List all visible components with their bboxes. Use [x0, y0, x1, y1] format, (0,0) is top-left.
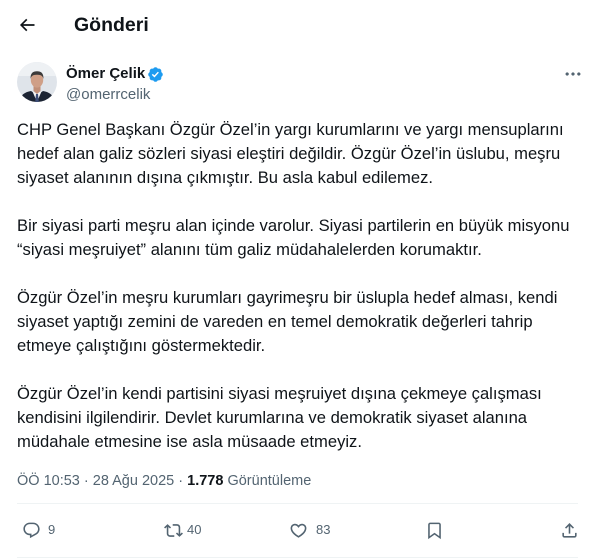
post-time[interactable]: ÖÖ 10:53 — [17, 473, 80, 489]
like-button[interactable]: 83 — [289, 520, 330, 540]
meta-separator: · — [178, 473, 184, 489]
like-count: 83 — [316, 522, 331, 537]
post-text: CHP Genel Başkanı Özgür Özel’in yargı ku… — [17, 118, 578, 454]
author-handle[interactable]: @omerrcelik — [66, 85, 150, 105]
post-paragraph: CHP Genel Başkanı Özgür Özel’in yargı ku… — [17, 118, 578, 190]
avatar-image — [17, 62, 57, 102]
post-text-line: müdahale etmesine ise asla müsaade etmey… — [17, 432, 362, 451]
author-name-row: Ömer Çelik — [66, 64, 164, 84]
post-paragraph: Özgür Özel’in meşru kurumları gayrimeşru… — [17, 286, 578, 358]
post-text-line: Özgür Özel’in meşru kurumları gayrimeşru… — [17, 288, 558, 307]
divider — [17, 557, 578, 558]
post-text-line: hedef alan galiz sözleri siyasi eleştiri… — [17, 144, 561, 163]
post-text-line: siyaset alanının dışına çıkmıştır. Bu as… — [17, 168, 433, 187]
heart-icon — [290, 523, 307, 538]
reply-button[interactable]: 9 — [22, 520, 55, 540]
post-date[interactable]: 28 Ağu 2025 — [93, 473, 174, 489]
avatar[interactable] — [17, 62, 57, 102]
meta-separator: · — [83, 473, 89, 489]
arrow-left-icon — [19, 18, 35, 32]
views-label: Görüntüleme — [227, 473, 312, 489]
post-meta: ÖÖ 10:53 · 28 Ağu 2025 · 1.778 Görüntüle… — [17, 471, 311, 491]
page-title: Gönderi — [74, 14, 149, 36]
back-button[interactable] — [17, 15, 37, 35]
post-text-line: “siyasi meşruiyet” alanını tüm galiz müd… — [17, 240, 482, 259]
post-paragraph: Özgür Özel’in kendi partisini siyasi meş… — [17, 382, 578, 454]
post-paragraph: Bir siyasi parti meşru alan içinde varol… — [17, 214, 578, 262]
post-text-line: siyaset yaptığı zemini de vareden en tem… — [17, 312, 533, 331]
divider — [17, 503, 578, 504]
repost-button[interactable]: 40 — [164, 520, 201, 540]
verified-badge-icon — [147, 66, 164, 83]
author-name[interactable]: Ömer Çelik — [66, 64, 145, 84]
bookmark-icon — [428, 522, 441, 539]
views-count: 1.778 — [187, 473, 224, 489]
reply-count: 9 — [48, 522, 56, 537]
bookmark-button[interactable] — [425, 520, 444, 540]
post-text-line: etmeye çalıştığını göstermektedir. — [17, 336, 266, 355]
repost-count: 40 — [187, 522, 202, 537]
repost-icon — [164, 523, 183, 537]
post-text-line: CHP Genel Başkanı Özgür Özel’in yargı ku… — [17, 120, 564, 139]
more-button[interactable] — [563, 64, 583, 84]
post-text-line: Özgür Özel’in kendi partisini siyasi meş… — [17, 384, 542, 403]
post-text-line: Bir siyasi parti meşru alan içinde varol… — [17, 216, 570, 235]
share-icon — [562, 522, 577, 538]
reply-icon — [23, 522, 40, 538]
more-horizontal-icon — [565, 72, 581, 76]
post-text-line: kendisini ilgilendirir. Devlet kurumları… — [17, 408, 528, 427]
share-button[interactable] — [560, 520, 579, 540]
